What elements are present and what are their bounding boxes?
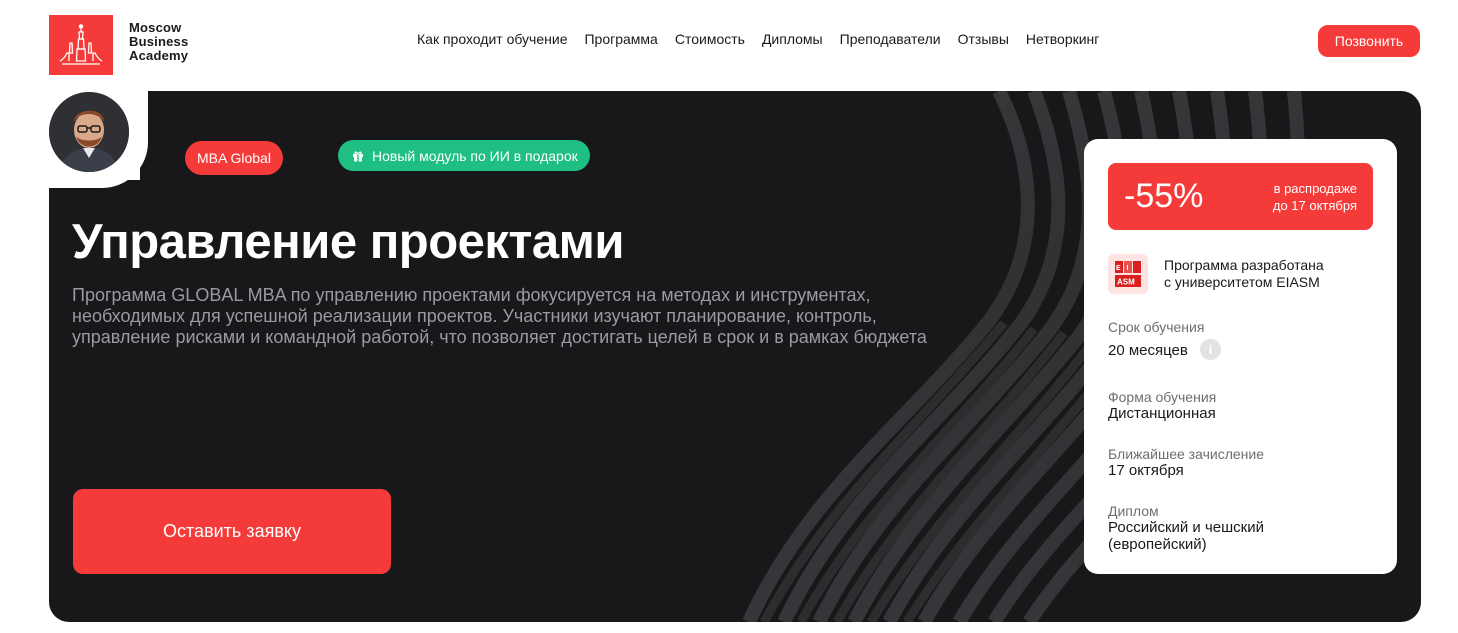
logo-text-line: Business: [129, 34, 189, 49]
call-button[interactable]: Позвонить: [1318, 25, 1420, 57]
enrollment-value: 17 октября: [1108, 462, 1184, 479]
diploma-label: Диплом: [1108, 503, 1159, 519]
diploma-value: Российский и чешский (европейский): [1108, 519, 1358, 553]
duration-value: 20 месяцев: [1108, 342, 1188, 359]
logo-text[interactable]: Moscow Business Academy: [129, 21, 188, 63]
partner-line: с университетом EIASM: [1164, 274, 1320, 290]
partner-line: Программа разработана: [1164, 257, 1324, 273]
sale-note: в распродаже до 17 октября: [1273, 180, 1357, 214]
diploma-value-line: (европейский): [1108, 536, 1207, 553]
nav-item-how-it-works[interactable]: Как проходит обучение: [417, 31, 567, 47]
nav-item-cost[interactable]: Стоимость: [675, 31, 745, 47]
program-badge: MBA Global: [185, 141, 283, 175]
svg-text:ASM: ASM: [1117, 278, 1135, 287]
gift-badge-label: Новый модуль по ИИ в подарок: [372, 147, 578, 164]
sale-banner: -55% в распродаже до 17 октября: [1108, 163, 1373, 230]
sale-note-line: до 17 октября: [1272, 198, 1357, 213]
info-icon[interactable]: i: [1200, 339, 1221, 360]
page-title: Управление проектами: [72, 215, 625, 269]
svg-text:I: I: [1127, 265, 1129, 272]
partner-info: Программа разработана с университетом EI…: [1164, 257, 1324, 291]
duration-label: Срок обучения: [1108, 319, 1205, 335]
study-form-value: Дистанционная: [1108, 405, 1216, 422]
nav-item-reviews[interactable]: Отзывы: [958, 31, 1009, 47]
avatar: [49, 92, 129, 172]
gift-icon: [353, 151, 363, 161]
logo[interactable]: [49, 15, 113, 75]
sale-percent: -55%: [1124, 177, 1204, 215]
logo-text-line: Academy: [129, 48, 189, 63]
eiasm-logo: E I ASM: [1108, 254, 1148, 294]
program-description: Программа GLOBAL MBA по управлению проек…: [72, 285, 927, 347]
eiasm-logo-icon: E I ASM: [1115, 261, 1141, 287]
program-info-card: -55% в распродаже до 17 октября E I ASM …: [1084, 139, 1397, 574]
enrollment-label: Ближайшее зачисление: [1108, 446, 1264, 462]
study-form-label: Форма обучения: [1108, 389, 1217, 405]
kremlin-logo-icon: [59, 24, 103, 65]
svg-text:E: E: [1116, 265, 1121, 272]
nav-item-program[interactable]: Программа: [584, 31, 657, 47]
diploma-value-line: Российский и чешский: [1108, 519, 1264, 536]
apply-button[interactable]: Оставить заявку: [73, 489, 391, 574]
nav-item-diplomas[interactable]: Дипломы: [762, 31, 823, 47]
person-avatar-icon: [49, 92, 129, 172]
avatar-frame: [46, 89, 132, 175]
gift-badge: Новый модуль по ИИ в подарок: [338, 140, 590, 171]
nav-item-teachers[interactable]: Преподаватели: [840, 31, 941, 47]
logo-text-line: Moscow: [129, 20, 182, 35]
main-nav: Как проходит обучение Программа Стоимост…: [417, 31, 1099, 47]
nav-item-networking[interactable]: Нетворкинг: [1026, 31, 1099, 47]
sale-note-line: в распродаже: [1273, 181, 1357, 196]
